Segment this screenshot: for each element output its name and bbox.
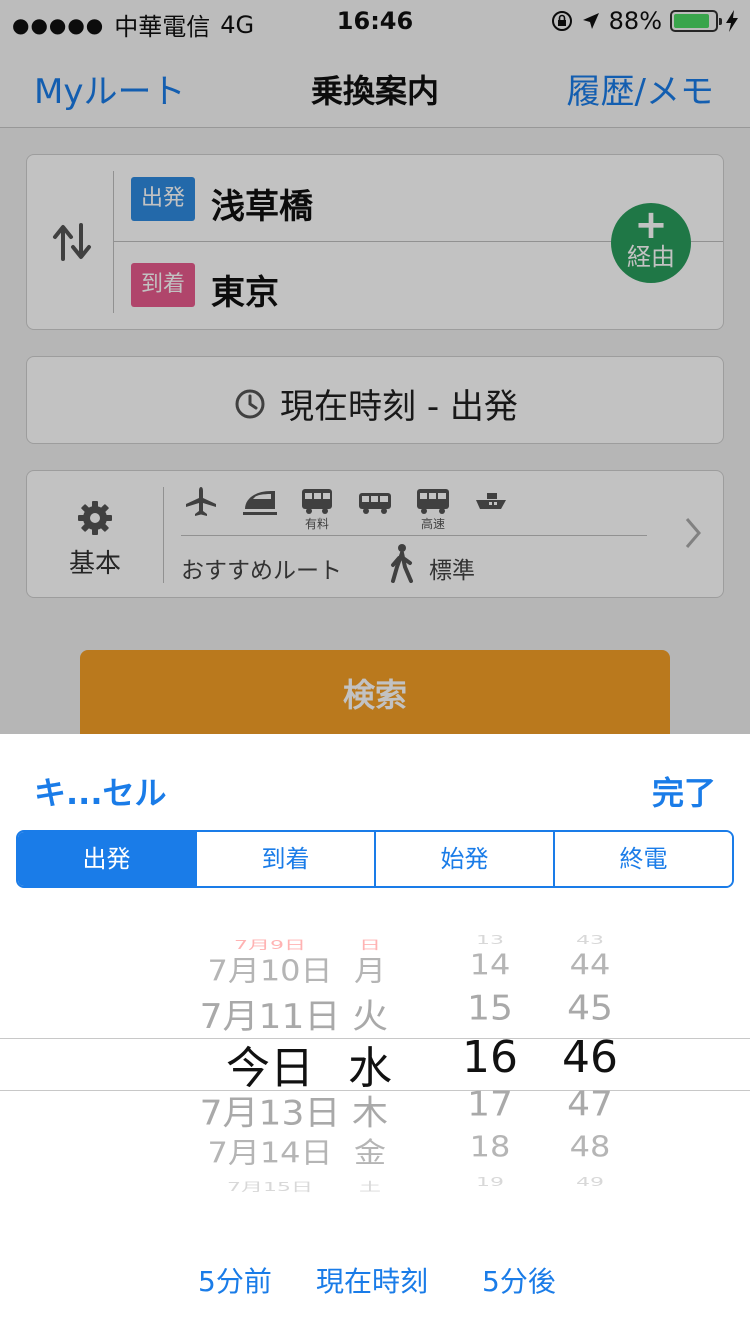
clock-icon [235,389,265,418]
time-setting-content: 現在時刻 - 出発 [27,379,725,428]
mode-bus [357,485,393,517]
status-bar: ●●●●● 中華電信 4G 16:46 88% [0,0,750,41]
picker-minute-selected[interactable]: 46 [540,1032,640,1083]
transport-modes: 有料 高速 [183,485,509,530]
picker-minute-option[interactable]: 45 [540,989,640,1028]
gear-icon [78,501,112,535]
arrival-station[interactable]: 東京 [211,265,279,314]
segment-last-train[interactable]: 終電 [553,832,732,886]
cancel-button[interactable]: キ...セル [34,768,166,814]
divider [181,535,647,536]
chevron-right-icon [685,518,701,548]
picker-weekday-column: 日 月 火 水 木 金 土 [340,924,400,1204]
charging-bolt-icon [726,10,738,32]
picker-hour-option[interactable]: 19 [440,1176,540,1190]
history-memo-button[interactable]: 履歴/メモ [567,64,714,113]
picker-minute-option[interactable]: 43 [540,934,640,948]
arrival-badge: 到着 [131,263,195,307]
mode-airplane [183,485,219,517]
segment-first-train[interactable]: 始発 [374,832,553,886]
battery-percent: 88% [608,7,662,35]
ferry-icon [476,493,506,509]
route-card: 出発 浅草橋 到着 東京 + 経由 [26,154,724,330]
mode-ferry [473,485,509,517]
mode-shinkansen [241,485,277,517]
location-arrow-icon [582,13,599,29]
highway-bus-icon [417,489,449,514]
paid-express-icon [302,489,332,514]
picker-minute-option[interactable]: 49 [540,1176,640,1190]
highway-bus-label: 高速 [420,517,445,531]
segment-departure[interactable]: 出発 [18,832,195,886]
picker-hour-option[interactable]: 13 [440,934,540,948]
picker-minute-option[interactable]: 44 [540,948,640,981]
airplane-icon [186,487,216,516]
divider [113,171,114,313]
bus-icon [359,493,391,514]
picker-hour-option[interactable]: 18 [440,1130,540,1163]
done-button[interactable]: 完了 [652,768,716,814]
divider [163,487,164,583]
datetime-picker-sheet: キ...セル 完了 出発 到着 始発 終電 7月9日 7月10日 7月11日 今… [0,734,750,1334]
walk-speed-label: 標準 [429,558,475,584]
settings-label: 基本 [68,549,121,579]
walking-person-icon [391,544,413,583]
picker-hour-option[interactable]: 14 [440,948,540,981]
picker-hour-option[interactable]: 15 [440,989,540,1028]
status-right: 88% [551,7,738,35]
picker-minute-option[interactable]: 48 [540,1130,640,1163]
time-mode-segmented-control: 出発 到着 始発 終電 [16,830,734,888]
battery-icon [670,10,722,32]
via-label: 経由 [627,243,675,271]
navigation-bar: Myルート 乗換案内 履歴/メモ [0,40,750,128]
departure-station[interactable]: 浅草橋 [211,179,313,228]
rotation-lock-icon [551,11,572,31]
mode-highway-bus: 高速 [415,485,451,530]
route-type-label: おすすめルート [181,558,342,584]
time-setting-button[interactable]: 現在時刻 - 出発 [26,356,724,444]
swap-stations-icon[interactable] [49,219,95,265]
add-via-button[interactable]: + 経由 [611,203,691,283]
plus-icon: + [634,202,668,248]
picker-weekday: 木 [351,1093,388,1133]
picker-hour-column[interactable]: 13 14 15 16 17 18 19 [440,924,540,1204]
picker-weekday: 金 [353,1136,386,1170]
picker-weekday: 月 [353,954,386,988]
search-options-button[interactable]: 基本 有料 高速 おすすめルート 標準 [26,470,724,598]
minus-5-minutes-button[interactable]: 5分前 [198,1260,272,1300]
mode-paid-express: 有料 [299,485,335,530]
picker-minute-option[interactable]: 47 [540,1085,640,1124]
segment-arrival[interactable]: 到着 [195,832,374,886]
picker-hour-option[interactable]: 17 [440,1085,540,1124]
settings-block: 基本 [47,499,143,580]
picker-hour-selected[interactable]: 16 [440,1032,540,1083]
current-time-button[interactable]: 現在時刻 [316,1260,428,1300]
picker-minute-column[interactable]: 43 44 45 46 47 48 49 [540,924,640,1204]
route-search-form: 出発 浅草橋 到着 東京 + 経由 現在時刻 - 出発 基本 有料 高速 おすす… [0,129,750,750]
plus-5-minutes-button[interactable]: 5分後 [482,1260,556,1300]
datetime-picker-wheel: 7月9日 7月10日 7月11日 今日 7月13日 7月14日 7月15日 日 … [0,924,750,1204]
shinkansen-icon [243,491,277,515]
quick-time-buttons: 5分前 現在時刻 5分後 [0,1260,750,1300]
time-setting-label: 現在時刻 - 出発 [280,387,518,427]
departure-badge: 出発 [131,177,195,221]
picker-weekday: 土 [358,1180,381,1195]
paid-express-label: 有料 [304,517,329,531]
battery-level-fill [674,14,710,28]
